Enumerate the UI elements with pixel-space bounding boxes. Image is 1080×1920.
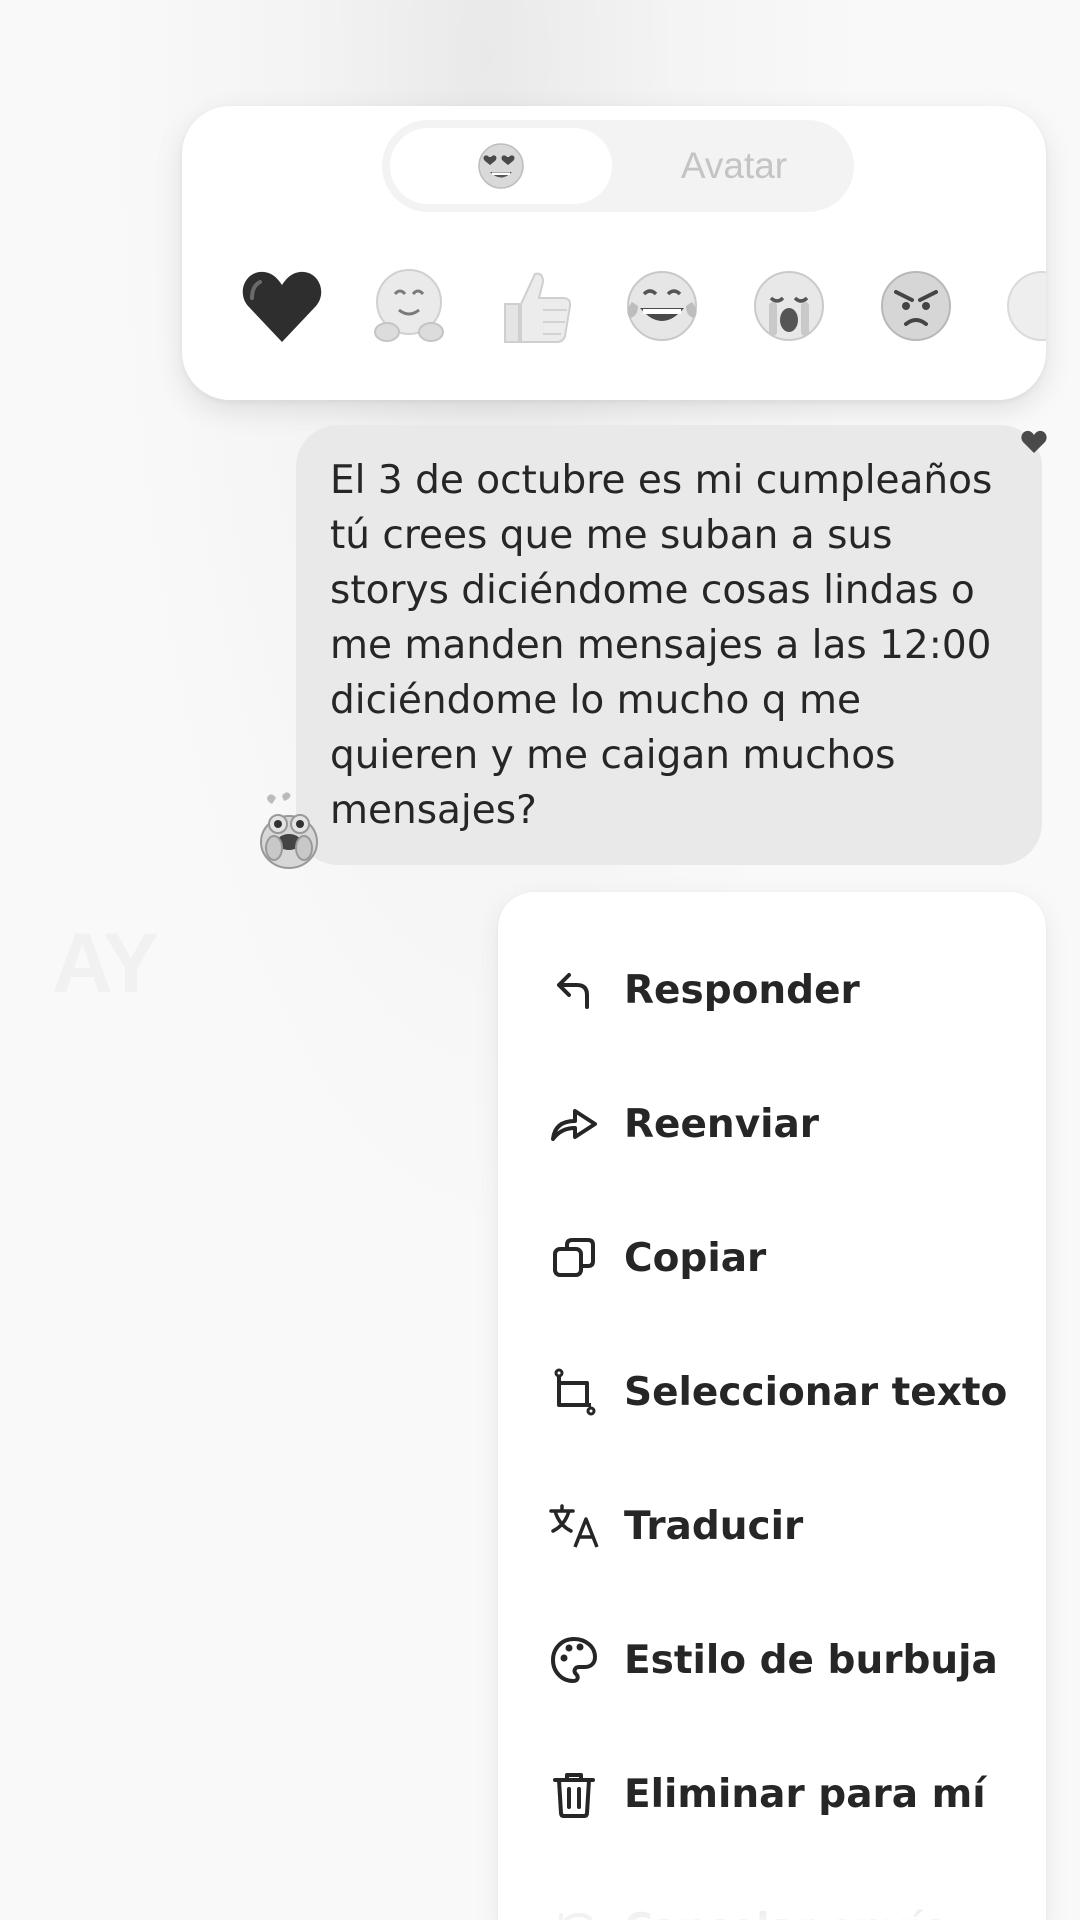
forward-icon <box>546 1096 602 1152</box>
message-text: El 3 de octubre es mi cumpleaños tú cree… <box>330 458 993 833</box>
crying-face-icon[interactable] <box>739 256 839 356</box>
message-bubble[interactable]: El 3 de octubre es mi cumpleaños tú cree… <box>296 425 1042 865</box>
reply-icon <box>546 962 602 1018</box>
trash-icon <box>546 1766 602 1822</box>
menu-item-label: Seleccionar texto <box>624 1369 1008 1415</box>
select-text-icon <box>546 1364 602 1420</box>
reaction-tabs: Avatar <box>382 120 854 212</box>
message-context-menu: Responder Reenviar Copiar Seleccionar te… <box>498 892 1046 1920</box>
copy-icon <box>546 1230 602 1286</box>
menu-item-reply[interactable]: Responder <box>498 923 1046 1057</box>
heart-eyes-emoji-icon <box>478 143 524 189</box>
menu-item-label: Eliminar para mí <box>624 1771 986 1817</box>
tab-avatar[interactable]: Avatar <box>622 128 846 204</box>
reaction-emoji-row <box>182 256 1046 366</box>
thumbs-up-icon[interactable] <box>485 256 585 356</box>
reaction-panel: Avatar <box>182 106 1046 400</box>
frog-sticker-icon[interactable] <box>256 790 322 872</box>
menu-item-label: Reenviar <box>624 1101 820 1147</box>
menu-item-delete-for-me[interactable]: Eliminar para mí <box>498 1727 1046 1861</box>
heart-icon[interactable] <box>232 256 332 356</box>
menu-item-bubble-style[interactable]: Estilo de burbuja <box>498 1593 1046 1727</box>
palette-icon <box>546 1632 602 1688</box>
menu-item-unsend[interactable]: Cancelar envío <box>498 1861 1046 1920</box>
angry-face-icon[interactable] <box>866 256 966 356</box>
tab-emoji[interactable] <box>390 128 612 204</box>
more-emoji-icon[interactable] <box>992 256 1046 356</box>
heart-icon[interactable] <box>1020 428 1048 456</box>
menu-item-label: Cancelar envío <box>624 1906 949 1920</box>
menu-item-label: Traducir <box>624 1503 804 1549</box>
hugging-face-icon[interactable] <box>359 256 459 356</box>
menu-item-translate[interactable]: Traducir <box>498 1459 1046 1593</box>
menu-item-label: Estilo de burbuja <box>624 1637 998 1683</box>
translate-icon <box>546 1498 602 1554</box>
menu-item-forward[interactable]: Reenviar <box>498 1057 1046 1191</box>
menu-item-label: Responder <box>624 967 860 1013</box>
menu-item-copy[interactable]: Copiar <box>498 1191 1046 1325</box>
undo-icon <box>546 1900 602 1920</box>
tears-of-joy-icon[interactable] <box>612 256 712 356</box>
background-text: AY <box>52 916 159 1010</box>
menu-item-label: Copiar <box>624 1235 767 1281</box>
menu-item-select-text[interactable]: Seleccionar texto <box>498 1325 1046 1459</box>
